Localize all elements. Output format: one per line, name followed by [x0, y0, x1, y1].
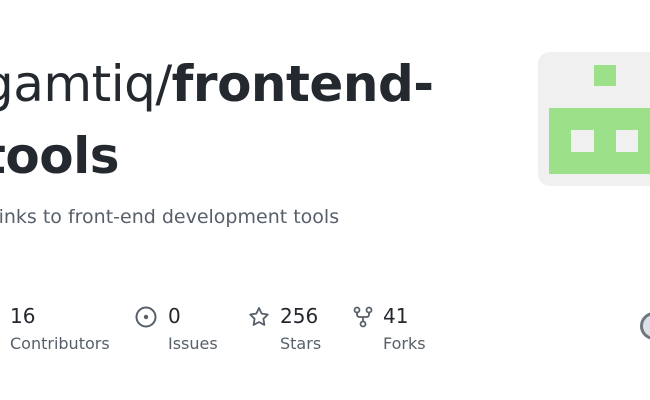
stars-count: 256 — [280, 304, 319, 328]
contributors-count: 16 — [10, 304, 36, 328]
issues-count: 0 — [168, 304, 181, 328]
repo-description: Links to front-end development tools — [0, 206, 340, 228]
stat-contributors[interactable]: 16 Contributors — [0, 303, 118, 363]
owner-identicon-logo — [538, 52, 650, 186]
stars-label: Stars — [280, 334, 322, 353]
avatar[interactable] — [640, 312, 650, 340]
star-icon — [248, 306, 270, 328]
repo-name-part2[interactable]: tools — [0, 127, 120, 185]
repo-forked-icon — [352, 306, 374, 328]
stat-forks[interactable]: 41 Forks — [352, 303, 442, 363]
repo-name-part1[interactable]: frontend- — [172, 55, 434, 113]
forks-count: 41 — [383, 304, 409, 328]
contributors-label: Contributors — [10, 334, 110, 353]
issues-label: Issues — [168, 334, 218, 353]
repo-title-line1: gamtiq/frontend- — [0, 52, 434, 116]
stat-issues[interactable]: 0 Issues — [135, 303, 225, 363]
issue-opened-icon — [135, 306, 157, 328]
forks-label: Forks — [383, 334, 426, 353]
repo-owner[interactable]: gamtiq/ — [0, 55, 172, 113]
repo-title-line2: tools — [0, 124, 120, 188]
stat-stars[interactable]: 256 Stars — [248, 303, 338, 363]
